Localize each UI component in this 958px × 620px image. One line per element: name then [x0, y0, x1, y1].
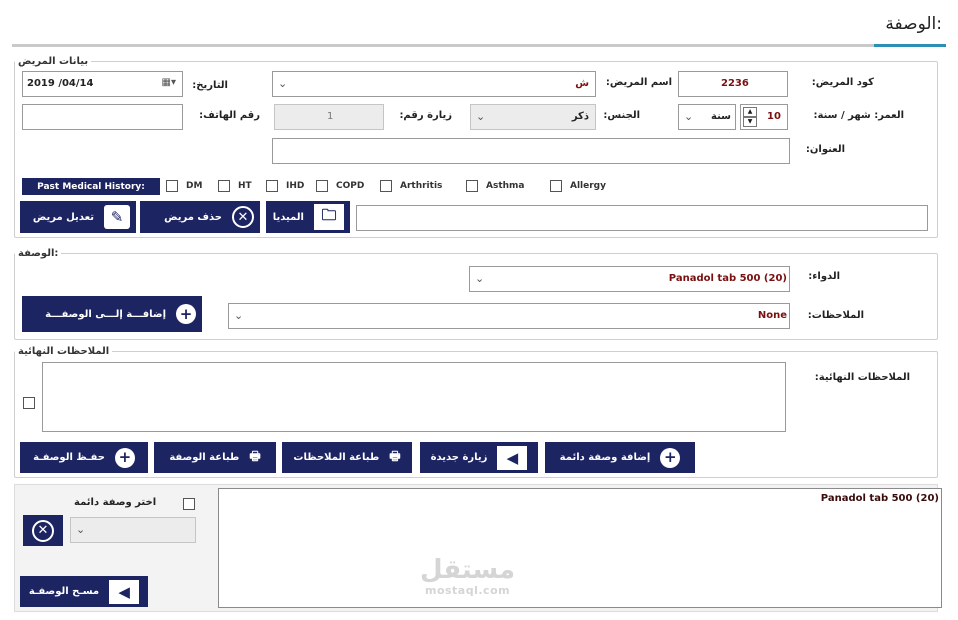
plus-circle-icon: +	[176, 304, 196, 324]
calendar-icon[interactable]: ▦▾	[162, 77, 176, 88]
chevron-down-icon: ⌄	[684, 110, 694, 123]
visit-number-field[interactable]: 1	[274, 104, 384, 130]
prescription-preview[interactable]: Panadol tab 500 (20)	[218, 488, 942, 608]
patient-data-legend: بيانات المريض	[18, 56, 89, 67]
condition-checkbox-asthma[interactable]	[466, 180, 478, 192]
new-visit-button[interactable]: ◀ زيارة جديدة	[420, 442, 538, 473]
condition-checkbox-ht[interactable]	[218, 180, 230, 192]
title-divider	[12, 44, 946, 47]
media-button[interactable]: 🗀 الميديا	[266, 201, 350, 233]
chevron-down-icon: ⌄	[76, 523, 86, 536]
add-permanent-prescription-button[interactable]: + إضافة وصفة دائمة	[545, 442, 695, 473]
date-picker[interactable]: 2019 /04/14 ▦▾	[22, 71, 183, 97]
edit-icon: ✎	[104, 205, 130, 229]
condition-label-allergy: Allergy	[570, 181, 606, 191]
condition-checkbox-dm[interactable]	[166, 180, 178, 192]
mostaql-watermark: مستقل mostaql.com	[420, 555, 516, 597]
prescription-legend: الوصفة:	[18, 248, 59, 259]
condition-checkbox-copd[interactable]	[316, 180, 328, 192]
printer-icon: 🖶	[249, 449, 261, 463]
patient-code-label: كود المريض:	[811, 77, 874, 88]
condition-checkbox-ihd[interactable]	[266, 180, 278, 192]
phone-input[interactable]	[22, 104, 183, 130]
choose-permanent-checkbox[interactable]	[183, 498, 195, 510]
clear-prescription-button[interactable]: ◀ مسـح الوصفـة	[20, 576, 148, 607]
final-notes-label: الملاحظات النهائية:	[814, 372, 910, 383]
stepper-down-icon[interactable]: ▼	[743, 117, 757, 127]
back-arrow-icon: ◀	[497, 445, 528, 470]
patient-name-label: اسم المريض:	[605, 77, 672, 88]
patient-code-field[interactable]: 2236	[678, 71, 788, 97]
condition-checkbox-allergy[interactable]	[550, 180, 562, 192]
drug-select[interactable]: ⌄ Panadol tab 500 (20)	[469, 266, 790, 292]
address-input[interactable]	[272, 138, 790, 164]
condition-label-asthma: Asthma	[486, 181, 525, 191]
condition-checkbox-arthritis[interactable]	[380, 180, 392, 192]
close-circle-icon: ✕	[232, 206, 254, 228]
remove-permanent-button[interactable]: ✕	[23, 515, 63, 546]
condition-label-ihd: IHD	[286, 181, 305, 191]
stepper-up-icon[interactable]: ▲	[743, 107, 757, 117]
back-arrow-icon: ◀	[109, 579, 140, 604]
condition-label-dm: DM	[186, 181, 203, 191]
notes-label: الملاحظات:	[807, 310, 864, 321]
age-stepper[interactable]: 10 ▲ ▼	[740, 104, 788, 130]
chevron-down-icon: ⌄	[234, 309, 244, 322]
plus-circle-icon: +	[660, 447, 681, 468]
final-notes-legend: الملاحظات النهائية	[18, 346, 110, 357]
chevron-down-icon: ⌄	[278, 77, 288, 90]
final-notes-checkbox[interactable]	[23, 397, 35, 409]
choose-permanent-label: اختر وصفة دائمة	[74, 497, 157, 508]
print-prescription-button[interactable]: 🖶 طباعة الوصفة	[154, 442, 276, 473]
gender-label: الجنس:	[603, 110, 640, 121]
permanent-prescription-select[interactable]: ⌄	[70, 517, 196, 543]
patient-name-select[interactable]: ⌄ ش	[272, 71, 596, 97]
page-title: الوصفة:	[885, 14, 942, 34]
print-notes-button[interactable]: 🖶 طباعة الملاحظات	[282, 442, 412, 473]
add-to-prescription-button[interactable]: + إضافـــة إلـــى الوصفـــة	[22, 296, 202, 332]
address-label: العنوان:	[805, 144, 845, 155]
past-medical-history-label: Past Medical History:	[22, 178, 160, 195]
edit-patient-button[interactable]: ✎ تعديل مريض	[20, 201, 136, 233]
condition-label-ht: HT	[238, 181, 252, 191]
title-divider-accent	[874, 44, 946, 47]
gender-select[interactable]: ⌄ ذكر	[470, 104, 596, 130]
phone-label: رقم الهاتف:	[199, 110, 260, 121]
save-prescription-button[interactable]: + حفـظ الوصفـة	[20, 442, 148, 473]
drug-label: الدواء:	[808, 271, 840, 282]
plus-circle-icon: +	[114, 447, 135, 468]
chevron-down-icon: ⌄	[476, 110, 486, 123]
condition-label-arthritis: Arthritis	[400, 181, 443, 191]
visit-number-label: زيارة رقم:	[399, 110, 452, 121]
age-label: العمر: شهر / سنة:	[813, 110, 904, 121]
notes-select[interactable]: ⌄ None	[228, 303, 790, 329]
age-unit-select[interactable]: ⌄ سنة	[678, 104, 736, 130]
folder-search-icon: 🗀	[314, 204, 344, 230]
close-circle-icon: ✕	[32, 519, 54, 542]
delete-patient-button[interactable]: ✕ حذف مريض	[140, 201, 260, 233]
media-path-field[interactable]	[356, 205, 928, 231]
date-label: التاريخ:	[192, 80, 228, 91]
final-notes-textarea[interactable]	[42, 362, 786, 432]
chevron-down-icon: ⌄	[475, 272, 485, 285]
condition-label-copd: COPD	[336, 181, 365, 191]
printer-icon: 🖶	[389, 449, 401, 463]
